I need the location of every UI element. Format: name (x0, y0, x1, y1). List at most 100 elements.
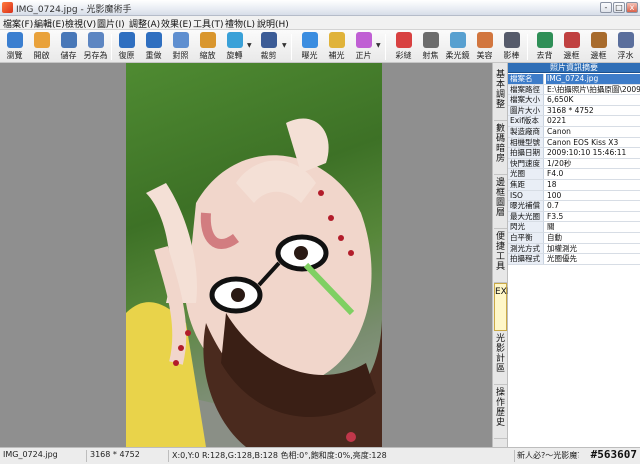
exif-row[interactable]: 圖片大小 3168 * 4752 (508, 105, 640, 117)
portrait-photo-illustration (126, 118, 382, 447)
toolbar-button-redo[interactable]: 重做 (140, 32, 167, 61)
menu-file[interactable]: 檔案(F) (3, 17, 33, 30)
exif-row[interactable]: 白平衡 自動 (508, 233, 640, 244)
close-button[interactable]: x (626, 2, 638, 13)
toolbar-separator (385, 34, 386, 60)
rotate-dropdown-icon[interactable]: ▼ (247, 42, 252, 49)
status-hint-link[interactable]: 新人必?～光影魔?手?指南 (517, 450, 579, 461)
menu-image[interactable]: 圖片(I) (97, 17, 125, 30)
menu-view[interactable]: 檢視(V) (65, 17, 96, 30)
tab-digital-darkroom[interactable]: 數碼暗房 (494, 121, 507, 175)
menu-gifts[interactable]: 禮物(L) (225, 17, 255, 30)
crop-icon (260, 32, 277, 48)
compare-icon (172, 32, 189, 48)
exif-row[interactable]: Exif版本 0221 (508, 116, 640, 127)
image-canvas[interactable] (0, 63, 492, 447)
toolbar-button-frame[interactable]: 邊框 (585, 32, 612, 61)
toolbar-separator (291, 34, 292, 60)
menu-effects[interactable]: 效果(E) (161, 17, 192, 30)
toolbar-button-studio[interactable]: 影棒 (498, 32, 525, 61)
toolbar-button-beauty[interactable]: 美容 (471, 32, 498, 61)
rotate-icon (226, 32, 243, 48)
side-tabs: 基本調整 數碼暗房 邊框圖層 便捷工具 EXIF 光影計區 操作歷史 (492, 63, 515, 447)
toolbar-button-positive-film[interactable]: 正片 (350, 32, 377, 61)
soft-filter-icon (449, 32, 466, 48)
crop-dropdown-icon[interactable]: ▼ (282, 42, 287, 49)
status-separator (168, 450, 169, 462)
toolbar-button-rotate[interactable]: 旋轉 (221, 32, 248, 61)
tab-history[interactable]: 操作歷史 (494, 385, 507, 439)
fill-light-icon (328, 32, 345, 48)
exif-row[interactable]: 檔案大小 6,650K (508, 95, 640, 106)
toolbar-button-zoom[interactable]: 縮放 (194, 32, 221, 61)
status-separator (514, 450, 515, 462)
toolbar: 瀏覽 開啟 儲存 另存為 復原 重做 對照 縮放 旋轉 ▼ 裁剪 ▼ 曝光 補光… (0, 30, 640, 63)
exif-row[interactable]: 快門速度 1/20秒 (508, 158, 640, 170)
exif-row[interactable]: 最大光圈 F3.5 (508, 211, 640, 223)
exif-row[interactable]: 測光方式 加權測光 (508, 243, 640, 255)
open-folder-icon (33, 32, 50, 48)
minimize-button[interactable]: - (600, 2, 612, 13)
exif-row[interactable]: 相機型號 Canon EOS Kiss X3 (508, 137, 640, 149)
beauty-icon (476, 32, 493, 48)
frame-icon (590, 32, 607, 48)
toolbar-button-color[interactable]: 彩縫 (390, 32, 417, 61)
tab-quick-tools[interactable]: 便捷工具 (494, 229, 507, 283)
zoom-icon (199, 32, 216, 48)
exif-panel: 照片資訊摘要 檔案名 IMG_0724.jpg 檔案路徑 E:\拍攝照片\拍攝原圖\… (508, 63, 640, 447)
toolbar-button-watermark[interactable]: 浮水 (612, 32, 639, 61)
border-icon (563, 32, 580, 48)
toolbar-button-crop[interactable]: 裁剪 (255, 32, 282, 61)
toolbar-button-border[interactable]: 邊框 (558, 32, 585, 61)
browse-icon (6, 32, 23, 48)
tab-border-layers[interactable]: 邊框圖層 (494, 175, 507, 229)
exif-row[interactable]: 製造廠商 Canon (508, 127, 640, 138)
title-bar: IMG_0724.jpg - 光影魔術手 - □ x (0, 0, 640, 16)
maximize-button[interactable]: □ (613, 2, 625, 13)
tab-basic-adjust[interactable]: 基本調整 (494, 67, 507, 121)
exif-row[interactable]: ISO 100 (508, 190, 640, 202)
color-icon (395, 32, 412, 48)
cutout-icon (536, 32, 553, 48)
menu-edit[interactable]: 編輯(E) (34, 17, 65, 30)
watermark-icon (617, 32, 634, 48)
focus-icon (422, 32, 439, 48)
toolbar-button-cutout[interactable]: 去背 (531, 32, 558, 61)
exif-row[interactable]: 檔案路徑E:\拍攝照片\拍攝原圖\200910 (508, 84, 640, 96)
status-separator (86, 450, 87, 462)
tab-community[interactable]: 光影計區 (494, 331, 507, 385)
toolbar-button-focus[interactable]: 射焦 (417, 32, 444, 61)
toolbar-button-save-as[interactable]: 另存為 (82, 32, 109, 61)
toolbar-button-save[interactable]: 儲存 (55, 32, 82, 61)
status-bar: IMG_0724.jpg 3168 * 4752 X:0,Y:0 R:128,G… (0, 447, 640, 464)
toolbar-button-compare[interactable]: 對照 (167, 32, 194, 61)
exif-row[interactable]: 曝光補償 0.7 (508, 201, 640, 212)
toolbar-button-open[interactable]: 開啟 (28, 32, 55, 61)
photo (126, 63, 382, 447)
film-dropdown-icon[interactable]: ▼ (376, 42, 381, 49)
menu-bar: 檔案(F) 編輯(E) 檢視(V) 圖片(I) 調整(A) 效果(E) 工具(T… (0, 16, 640, 30)
exif-row[interactable]: 拍攝程式 光圈優先 (508, 254, 640, 265)
exif-row[interactable]: 閃光關 (508, 222, 640, 233)
status-filename: IMG_0724.jpg (3, 450, 58, 459)
exif-row[interactable]: 檔案名 IMG_0724.jpg (508, 74, 640, 85)
menu-adjust[interactable]: 調整(A) (129, 17, 160, 30)
toolbar-button-exposure[interactable]: 曝光 (296, 32, 323, 61)
toolbar-button-soft-filter[interactable]: 柔光鏡 (444, 32, 471, 61)
menu-help[interactable]: 說明(H) (257, 17, 289, 30)
toolbar-button-undo[interactable]: 復原 (113, 32, 140, 61)
toolbar-separator (527, 34, 528, 60)
toolbar-button-fill-light[interactable]: 補光 (323, 32, 350, 61)
app-logo-icon (2, 2, 13, 13)
toolbar-button-browse[interactable]: 瀏覽 (1, 32, 28, 61)
exposure-icon (301, 32, 318, 48)
tab-exif[interactable]: EXIF (494, 283, 515, 331)
menu-tools[interactable]: 工具(T) (193, 17, 224, 30)
save-as-icon (87, 32, 104, 48)
status-pixel-info: X:0,Y:0 R:128,G:128,B:128 色相:0°,飽和度:0%,亮… (172, 451, 387, 460)
exif-row[interactable]: 焦距 18 (508, 180, 640, 191)
redo-icon (145, 32, 162, 48)
corner-watermark: #563607 (590, 448, 637, 461)
exif-row[interactable]: 光圈 F4.0 (508, 169, 640, 180)
exif-row[interactable]: 拍攝日期 2009:10:10 15:46:11 (508, 148, 640, 159)
